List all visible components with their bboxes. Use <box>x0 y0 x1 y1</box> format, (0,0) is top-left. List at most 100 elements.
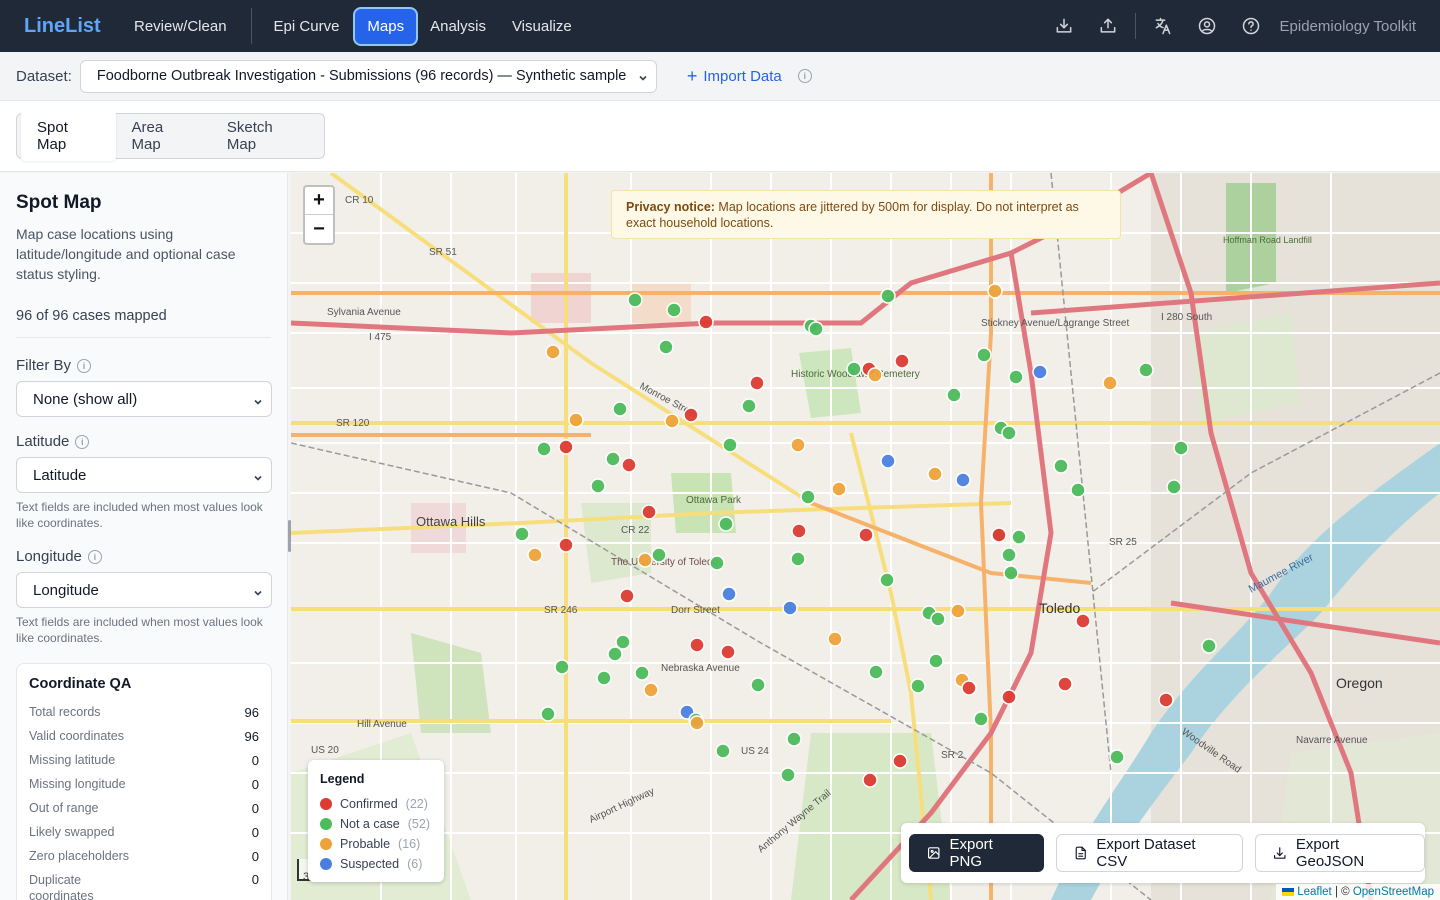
case-point-not-a-case[interactable] <box>715 743 731 759</box>
case-point-not-a-case[interactable] <box>536 441 552 457</box>
case-point-probable[interactable] <box>527 547 543 563</box>
case-point-not-a-case[interactable] <box>1201 638 1217 654</box>
case-point-not-a-case[interactable] <box>800 489 816 505</box>
case-point-not-a-case[interactable] <box>1109 749 1125 765</box>
nav-review-clean[interactable]: Review/Clean <box>122 9 239 44</box>
case-point-probable[interactable] <box>827 631 843 647</box>
latitude-select[interactable]: Latitude <box>16 457 272 493</box>
case-point-not-a-case[interactable] <box>1001 547 1017 563</box>
osm-link[interactable]: OpenStreetMap <box>1353 886 1434 898</box>
case-point-suspected[interactable] <box>782 600 798 616</box>
case-point-not-a-case[interactable] <box>1138 362 1154 378</box>
dataset-select[interactable]: Foodborne Outbreak Investigation - Submi… <box>79 59 657 93</box>
case-point-suspected[interactable] <box>880 453 896 469</box>
case-point-confirmed[interactable] <box>641 504 657 520</box>
upload-icon[interactable] <box>1091 9 1125 43</box>
case-point-confirmed[interactable] <box>558 439 574 455</box>
case-point-probable[interactable] <box>927 466 943 482</box>
zoom-in-button[interactable]: + <box>305 187 333 215</box>
export-geojson-button[interactable]: Export GeoJSON <box>1255 834 1425 872</box>
case-point-not-a-case[interactable] <box>658 339 674 355</box>
case-point-not-a-case[interactable] <box>1070 482 1086 498</box>
case-point-confirmed[interactable] <box>558 537 574 553</box>
case-point-confirmed[interactable] <box>619 588 635 604</box>
case-point-not-a-case[interactable] <box>910 678 926 694</box>
info-icon[interactable]: i <box>797 69 812 83</box>
tab-spot-map[interactable]: Spot Map <box>21 111 116 161</box>
case-point-not-a-case[interactable] <box>607 646 623 662</box>
case-point-not-a-case[interactable] <box>879 572 895 588</box>
case-point-not-a-case[interactable] <box>540 706 556 722</box>
case-point-confirmed[interactable] <box>892 753 908 769</box>
case-point-probable[interactable] <box>568 412 584 428</box>
nav-maps[interactable]: Maps <box>355 8 417 44</box>
case-point-confirmed[interactable] <box>862 772 878 788</box>
case-point-not-a-case[interactable] <box>846 361 862 377</box>
tab-area-map[interactable]: Area Map <box>116 111 211 161</box>
export-png-button[interactable]: Export PNG <box>909 834 1044 872</box>
app-brand[interactable]: LineList <box>24 15 106 38</box>
case-point-not-a-case[interactable] <box>554 659 570 675</box>
spot-map[interactable]: Ottawa Hills Toledo Oregon Historic Wood… <box>291 173 1440 900</box>
case-point-confirmed[interactable] <box>720 644 736 660</box>
case-point-confirmed[interactable] <box>1057 676 1073 692</box>
case-point-not-a-case[interactable] <box>514 526 530 542</box>
case-point-not-a-case[interactable] <box>741 398 757 414</box>
case-point-confirmed[interactable] <box>621 457 637 473</box>
case-point-confirmed[interactable] <box>1158 692 1174 708</box>
case-point-not-a-case[interactable] <box>808 321 824 337</box>
longitude-select[interactable]: Longitude <box>16 572 272 608</box>
case-point-confirmed[interactable] <box>683 407 699 423</box>
tab-sketch-map[interactable]: Sketch Map <box>211 111 320 161</box>
case-point-confirmed[interactable] <box>1001 689 1017 705</box>
case-point-not-a-case[interactable] <box>627 292 643 308</box>
case-point-not-a-case[interactable] <box>709 555 725 571</box>
case-point-confirmed[interactable] <box>858 527 874 543</box>
case-point-probable[interactable] <box>987 283 1003 299</box>
case-point-not-a-case[interactable] <box>973 711 989 727</box>
export-csv-button[interactable]: Export Dataset CSV <box>1055 834 1244 872</box>
nav-epi-curve[interactable]: Epi Curve <box>262 9 352 44</box>
case-point-not-a-case[interactable] <box>666 302 682 318</box>
case-point-not-a-case[interactable] <box>880 288 896 304</box>
case-point-not-a-case[interactable] <box>868 664 884 680</box>
case-point-not-a-case[interactable] <box>930 611 946 627</box>
case-point-not-a-case[interactable] <box>976 347 992 363</box>
case-point-probable[interactable] <box>831 481 847 497</box>
case-point-not-a-case[interactable] <box>780 767 796 783</box>
case-point-not-a-case[interactable] <box>596 670 612 686</box>
case-point-not-a-case[interactable] <box>634 665 650 681</box>
case-point-suspected[interactable] <box>955 472 971 488</box>
info-icon[interactable]: i <box>75 434 90 449</box>
case-point-not-a-case[interactable] <box>790 551 806 567</box>
case-point-not-a-case[interactable] <box>1166 479 1182 495</box>
case-point-not-a-case[interactable] <box>946 387 962 403</box>
case-point-probable[interactable] <box>867 367 883 383</box>
case-point-not-a-case[interactable] <box>1173 440 1189 456</box>
info-icon[interactable]: i <box>77 358 92 373</box>
nav-visualize[interactable]: Visualize <box>500 9 584 44</box>
case-point-not-a-case[interactable] <box>1011 529 1027 545</box>
nav-analysis[interactable]: Analysis <box>418 9 498 44</box>
case-point-suspected[interactable] <box>721 586 737 602</box>
case-point-confirmed[interactable] <box>894 353 910 369</box>
case-point-not-a-case[interactable] <box>1008 369 1024 385</box>
case-point-not-a-case[interactable] <box>1003 565 1019 581</box>
case-point-not-a-case[interactable] <box>590 478 606 494</box>
case-point-confirmed[interactable] <box>749 375 765 391</box>
case-point-not-a-case[interactable] <box>605 451 621 467</box>
info-icon[interactable]: i <box>87 549 102 564</box>
leaflet-link[interactable]: Leaflet <box>1297 886 1332 898</box>
case-point-not-a-case[interactable] <box>1001 425 1017 441</box>
filter-by-select[interactable]: None (show all) <box>16 381 272 417</box>
case-point-not-a-case[interactable] <box>928 653 944 669</box>
case-point-probable[interactable] <box>950 603 966 619</box>
case-point-not-a-case[interactable] <box>718 516 734 532</box>
case-point-confirmed[interactable] <box>698 314 714 330</box>
import-data-button[interactable]: + Import Data <box>687 67 782 85</box>
case-point-confirmed[interactable] <box>961 680 977 696</box>
case-point-probable[interactable] <box>790 437 806 453</box>
case-point-not-a-case[interactable] <box>651 547 667 563</box>
case-point-not-a-case[interactable] <box>750 677 766 693</box>
download-icon[interactable] <box>1047 9 1081 43</box>
